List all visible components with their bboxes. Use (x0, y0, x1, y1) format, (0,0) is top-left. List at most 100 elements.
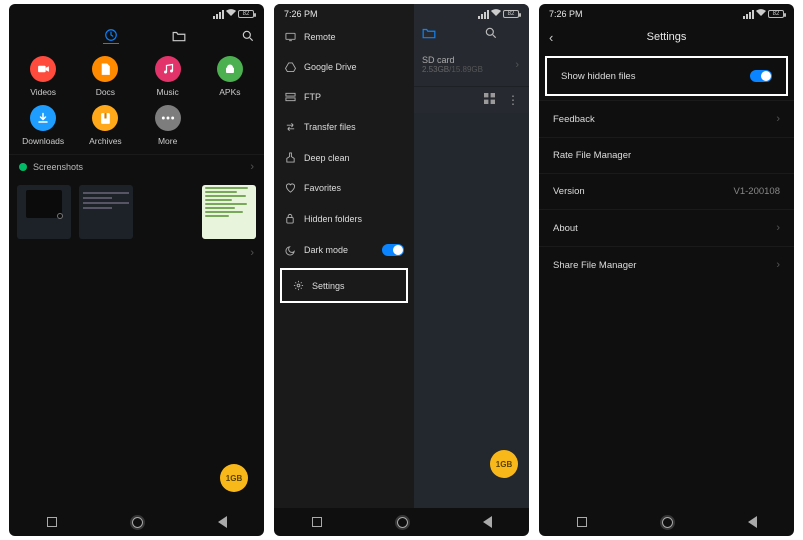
settings-row-rate-file-manager[interactable]: Rate File Manager (539, 137, 794, 173)
tab-folder[interactable] (422, 27, 436, 42)
signal-icon (743, 10, 754, 19)
search-icon[interactable] (484, 26, 498, 43)
nav-recents-icon[interactable] (577, 517, 587, 527)
down-icon (30, 105, 56, 131)
nav-recents-icon[interactable] (312, 517, 322, 527)
search-icon[interactable] (240, 28, 256, 44)
statusbar: 7:26 PM (274, 4, 414, 22)
chevron-right-icon: › (515, 59, 519, 71)
doc-icon (92, 56, 118, 82)
drive-icon (284, 62, 296, 72)
category-label: Downloads (22, 136, 64, 146)
storage-total: 15.89GB (451, 65, 483, 74)
category-videos[interactable]: Videos (13, 56, 73, 97)
thumbnail-2[interactable] (79, 185, 133, 239)
wifi-icon (491, 9, 501, 19)
navbar (274, 508, 529, 536)
phone-screen-3: 7:26 PM 82 ‹ Settings Show hidden filesF… (539, 4, 794, 536)
nav-home-icon[interactable] (397, 517, 408, 528)
nav-home-icon[interactable] (662, 517, 673, 528)
section-dot-icon (19, 163, 27, 171)
nav-home-icon[interactable] (132, 517, 143, 528)
category-label: More (158, 136, 177, 146)
drawer-item-label: Favorites (304, 183, 341, 193)
nav-back-icon[interactable] (483, 516, 492, 528)
drawer-item-label: Settings (312, 281, 345, 291)
nav-recents-icon[interactable] (47, 517, 57, 527)
category-docs[interactable]: Docs (75, 56, 135, 97)
drawer-item-label: FTP (304, 92, 321, 102)
tab-folder[interactable] (171, 28, 187, 44)
category-downloads[interactable]: Downloads (13, 105, 73, 146)
drawer-item-label: Dark mode (304, 245, 348, 255)
statusbar: 82 (9, 4, 264, 22)
drawer-item-transfer-files[interactable]: Transfer files (274, 112, 414, 142)
drawer-item-label: Google Drive (304, 62, 357, 72)
screenshot-thumbnails (9, 179, 264, 245)
signal-icon (213, 10, 224, 19)
statusbar: 82 (414, 4, 529, 22)
tab-recent[interactable] (103, 28, 119, 44)
back-button[interactable]: ‹ (549, 30, 553, 45)
category-apks[interactable]: APKs (200, 56, 260, 97)
lock-icon (284, 213, 296, 224)
toggle-switch-on[interactable] (382, 244, 404, 256)
navbar (9, 508, 264, 536)
more-icon[interactable]: ⋮ (507, 96, 519, 104)
chevron-right-icon: › (776, 113, 780, 125)
storage-title: SD card (422, 55, 483, 65)
storage-badge[interactable]: 1GB (490, 450, 518, 478)
storage-badge[interactable]: 1GB (220, 464, 248, 492)
storage-row[interactable]: SD card 2.53GB/15.89GB › (414, 43, 529, 87)
grid-view-icon[interactable] (484, 93, 495, 107)
drawer-item-label: Deep clean (304, 153, 350, 163)
drawer-item-settings[interactable]: Settings (280, 268, 408, 303)
nav-back-icon[interactable] (218, 516, 227, 528)
drawer-item-label: Remote (304, 32, 336, 42)
drawer-item-remote[interactable]: Remote (274, 22, 414, 52)
chevron-right-icon: › (776, 222, 780, 234)
wifi-icon (226, 9, 236, 19)
thumbnail-1[interactable] (17, 185, 71, 239)
drawer-item-ftp[interactable]: FTP (274, 82, 414, 112)
drawer: 7:26 PM Remote Google Drive FTP Transfer… (274, 4, 414, 508)
drawer-item-hidden-folders[interactable]: Hidden folders (274, 203, 414, 234)
settings-row-version[interactable]: VersionV1-200108 (539, 173, 794, 209)
clean-icon (284, 152, 296, 163)
camera-icon (30, 56, 56, 82)
heart-icon (284, 183, 296, 193)
drawer-item-deep-clean[interactable]: Deep clean (274, 142, 414, 173)
phone-screen-2: 7:26 PM Remote Google Drive FTP Transfer… (274, 4, 529, 536)
section-header-screenshots[interactable]: Screenshots › (9, 154, 264, 179)
battery-icon: 82 (238, 10, 254, 18)
row-label: About (553, 223, 578, 234)
background-pane: 82 SD card 2.53GB/15.89GB › (414, 4, 529, 508)
battery-icon: 82 (768, 10, 784, 18)
storage-used: 2.53GB (422, 65, 449, 74)
drawer-item-favorites[interactable]: Favorites (274, 173, 414, 203)
category-music[interactable]: Music (138, 56, 198, 97)
monitor-icon (284, 32, 296, 42)
category-more[interactable]: More (138, 105, 198, 146)
settings-row-feedback[interactable]: Feedback› (539, 100, 794, 137)
settings-row-share-file-manager[interactable]: Share File Manager› (539, 246, 794, 283)
drawer-item-dark-mode[interactable]: Dark mode (274, 234, 414, 266)
chevron-right-icon[interactable]: › (250, 247, 254, 259)
more-icon (155, 105, 181, 131)
nav-back-icon[interactable] (748, 516, 757, 528)
thumbnail-3[interactable] (202, 185, 256, 239)
gear-icon (292, 280, 304, 291)
settings-header: ‹ Settings (539, 22, 794, 52)
drawer-item-label: Transfer files (304, 122, 356, 132)
music-icon (155, 56, 181, 82)
transfer-icon (284, 122, 296, 132)
section-title: Screenshots (33, 162, 83, 172)
top-tabs (9, 22, 264, 48)
settings-row-about[interactable]: About › (539, 209, 794, 246)
drawer-item-google-drive[interactable]: Google Drive (274, 52, 414, 82)
phone-screen-1: 82 Videos Docs Music APKs Downloads Arch… (9, 4, 264, 536)
category-archives[interactable]: Archives (75, 105, 135, 146)
settings-row-show-hidden-files[interactable]: Show hidden files (545, 56, 788, 96)
status-time: 7:26 PM (284, 9, 324, 19)
toggle-switch-on[interactable] (750, 70, 772, 82)
